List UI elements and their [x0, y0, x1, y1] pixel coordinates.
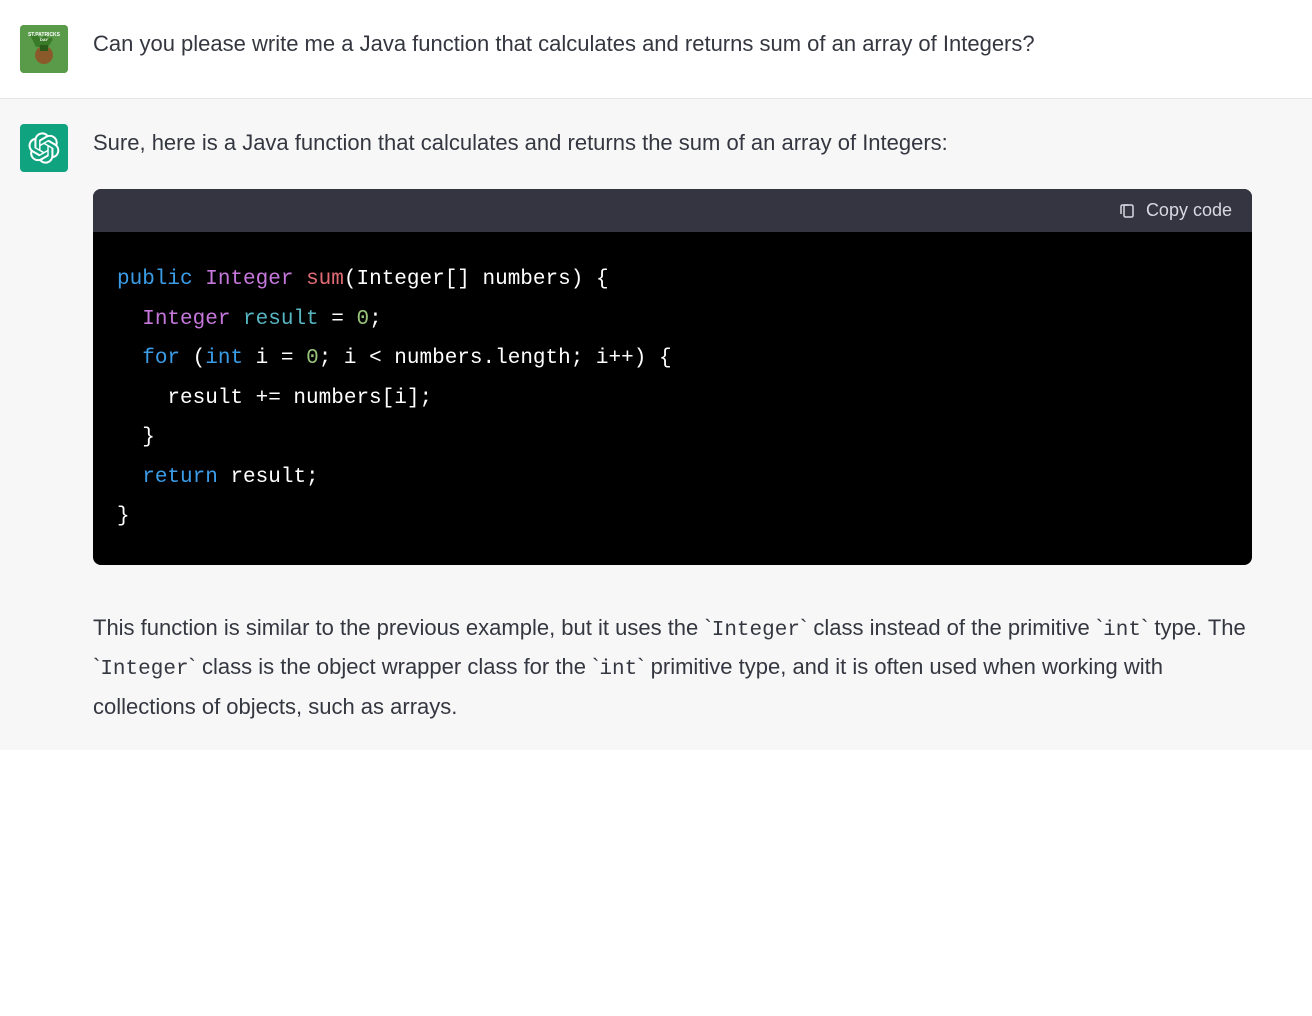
explanation-text: ` class is the object wrapper class for … — [189, 654, 600, 679]
svg-text:DAY: DAY — [40, 37, 48, 42]
code-token: 0 — [356, 308, 369, 331]
code-token — [193, 268, 206, 291]
explanation-text: ` class instead of the primitive ` — [800, 615, 1103, 640]
code-token: ( — [180, 347, 205, 370]
user-avatar-icon: ST.PATRICKS DAY — [20, 25, 68, 73]
code-token: Integer — [142, 308, 230, 331]
code-token — [230, 308, 243, 331]
inline-code: int — [599, 658, 637, 681]
code-block: Copy code public Integer sum(Integer[] n… — [93, 189, 1252, 564]
code-token: int — [205, 347, 243, 370]
assistant-avatar — [20, 124, 68, 172]
code-token: result — [243, 308, 319, 331]
inline-code: int — [1103, 619, 1141, 642]
assistant-message-content: Sure, here is a Java function that calcu… — [93, 124, 1292, 725]
inline-code: Integer — [712, 619, 800, 642]
user-message-text: Can you please write me a Java function … — [93, 25, 1292, 73]
code-header: Copy code — [93, 189, 1252, 232]
openai-logo-icon — [28, 132, 60, 164]
code-token: sum — [306, 268, 344, 291]
assistant-intro-text: Sure, here is a Java function that calcu… — [93, 124, 1252, 161]
copy-code-label: Copy code — [1146, 200, 1232, 221]
code-token: for — [142, 347, 180, 370]
code-token: i = — [243, 347, 306, 370]
code-token: ( — [344, 268, 357, 291]
code-content: public Integer sum(Integer[] numbers) { … — [93, 232, 1252, 564]
code-token: 0 — [306, 347, 319, 370]
code-token: = — [319, 308, 357, 331]
code-token — [293, 268, 306, 291]
assistant-explanation: This function is similar to the previous… — [93, 609, 1252, 726]
explanation-text: This function is similar to the previous… — [93, 615, 712, 640]
user-avatar: ST.PATRICKS DAY — [20, 25, 68, 73]
copy-code-button[interactable]: Copy code — [1118, 200, 1232, 221]
code-token: public — [117, 268, 193, 291]
code-token: Integer — [205, 268, 293, 291]
clipboard-icon — [1118, 202, 1136, 220]
user-message: ST.PATRICKS DAY Can you please write me … — [0, 0, 1312, 99]
code-token: return — [142, 466, 218, 489]
inline-code: Integer — [100, 658, 188, 681]
assistant-message: Sure, here is a Java function that calcu… — [0, 99, 1312, 750]
code-token: Integer[] numbers — [356, 268, 570, 291]
